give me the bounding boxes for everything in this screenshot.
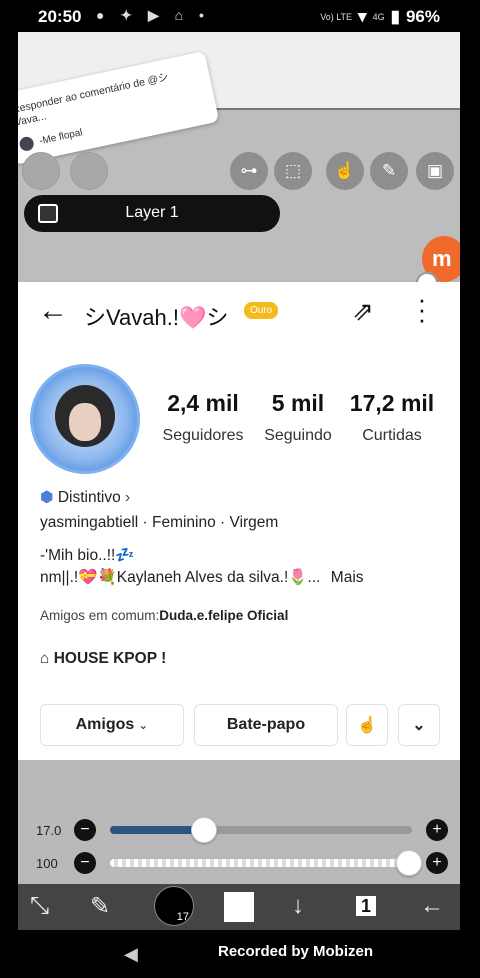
opacity-value: 100: [36, 856, 58, 871]
brush-icon[interactable]: ✎: [90, 892, 110, 921]
layers-icon[interactable]: 1: [356, 896, 377, 917]
notification-icons: ● ✦ ▶ ⌂ •: [96, 7, 210, 23]
poke-button[interactable]: ☝: [346, 704, 388, 746]
comment-avatar: [18, 135, 35, 153]
volte-icon: Vo) LTE: [320, 11, 353, 22]
transform-icon[interactable]: ⤡: [30, 892, 49, 920]
badge-hex-icon: ⬢: [40, 489, 54, 506]
layer-label: Layer 1: [125, 204, 179, 221]
wifi-icon: ▾: [358, 7, 367, 26]
clock: 20:50: [38, 7, 82, 26]
redo-button[interactable]: [70, 152, 108, 190]
stat-likes[interactable]: 17,2 mil Curtidas: [344, 390, 440, 445]
network-type: 4G: [372, 11, 385, 22]
bottom-toolbar: ⤡ ✎ 17 ↓ 1 ←: [18, 884, 460, 930]
opacity-minus-button[interactable]: −: [74, 852, 96, 874]
nav-back-icon[interactable]: ◀: [124, 944, 138, 965]
size-slider[interactable]: [110, 826, 412, 834]
profile-info: yasmingabtiell · Feminino · Virgem: [40, 514, 279, 531]
status-bar: 20:50 ● ✦ ▶ ⌂ • Vo) LTE ▾ 4G ▮ 96%: [18, 0, 460, 32]
house-link[interactable]: ⌂ HOUSE KPOP !: [40, 650, 166, 668]
bio-line-1: -'Mih bio..!!💤: [40, 547, 135, 564]
back-icon[interactable]: ←: [420, 892, 444, 920]
system-navbar: ◀ Recorded by Mobizen: [18, 930, 460, 978]
friends-button[interactable]: Amigos ⌄: [40, 704, 184, 746]
opacity-plus-button[interactable]: +: [426, 852, 448, 874]
brush-size-button[interactable]: 17: [154, 886, 194, 926]
bio-line-2: nm||.!💝💐Kaylaneh Alves da silva.!🌷... Ma…: [40, 569, 364, 586]
profile-username: シVavah.!🩷シ: [84, 305, 229, 330]
gold-badge: Ouro: [244, 302, 279, 319]
stat-followers[interactable]: 2,4 mil Seguidores: [158, 390, 248, 445]
layer-bar[interactable]: Layer 1: [24, 195, 280, 232]
share-icon[interactable]: ⇗: [352, 296, 374, 327]
recorder-watermark: Recorded by Mobizen: [218, 943, 374, 960]
toggle-icon[interactable]: ⊶: [230, 152, 268, 190]
chevron-down-icon: ⌄: [412, 717, 426, 734]
chevron-down-icon: ⌄: [138, 718, 149, 732]
distintivo-link[interactable]: ⬢ Distintivo ›: [40, 488, 130, 507]
more-vert-icon[interactable]: · · ·: [416, 286, 428, 332]
undo-button[interactable]: [22, 152, 60, 190]
battery-level: 96%: [405, 7, 440, 26]
opacity-slider-knob[interactable]: [395, 850, 422, 876]
size-value: 17.0: [36, 823, 62, 838]
image-icon[interactable]: ▣: [416, 152, 454, 190]
profile-screenshot: ← シVavah.!🩷シ Ouro ⇗ · · · 2,4 mil Seguidor…: [18, 282, 460, 760]
chat-button[interactable]: Bate-papo: [194, 704, 338, 746]
canvas-area-bottom[interactable]: 17.0 − + 100 − +: [18, 760, 460, 884]
comment-text: -Me flopal: [38, 126, 84, 147]
common-friend-name[interactable]: Duda.e.felipe Oficial: [159, 608, 288, 623]
pencil-icon[interactable]: ✎: [370, 152, 408, 190]
size-minus-button[interactable]: −: [74, 819, 96, 841]
size-slider-knob[interactable]: [190, 817, 217, 843]
battery-icon: ▮: [390, 7, 400, 26]
app-frame: 20:50 ● ✦ ▶ ⌂ • Vo) LTE ▾ 4G ▮ 96% Respo…: [18, 0, 460, 978]
color-swatch[interactable]: [224, 892, 254, 922]
touch-icon[interactable]: ☝: [326, 152, 364, 190]
selection-icon[interactable]: ⬚: [274, 152, 312, 190]
bio-more-link[interactable]: Mais: [331, 569, 364, 586]
size-plus-button[interactable]: +: [426, 819, 448, 841]
hand-icon: ☝: [357, 717, 377, 734]
avatar[interactable]: [30, 364, 140, 474]
friends-in-common: Amigos em comum:Duda.e.felipe Oficial: [40, 608, 289, 623]
expand-button[interactable]: ⌄: [398, 704, 440, 746]
back-arrow-icon[interactable]: ←: [38, 296, 68, 326]
arrow-down-icon[interactable]: ↓: [292, 892, 304, 920]
stat-following[interactable]: 5 mil Seguindo: [260, 390, 336, 445]
opacity-slider[interactable]: [110, 859, 412, 867]
house-icon: ⌂: [40, 650, 50, 667]
